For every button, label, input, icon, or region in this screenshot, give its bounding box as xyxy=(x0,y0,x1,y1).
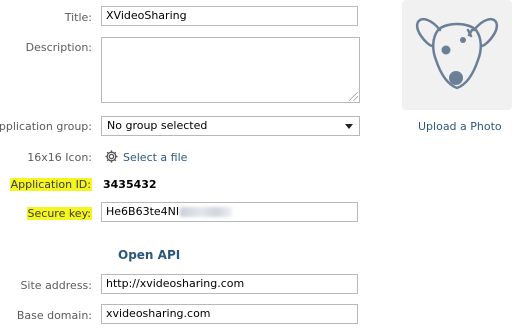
title-label: Title: xyxy=(64,11,92,24)
group-label: Application group: xyxy=(0,120,92,133)
secret-label-text: Secure key: xyxy=(26,207,92,220)
description-textarea[interactable] xyxy=(101,37,360,103)
secret-key-input[interactable]: He6B63te4NI xyxy=(101,202,358,222)
appid-label-text: Application ID: xyxy=(9,178,92,191)
title-input[interactable]: XVideoSharing xyxy=(101,6,358,26)
appid-label: Application ID: xyxy=(9,178,92,191)
secret-label: Secure key: xyxy=(26,207,92,220)
group-select-value: No group selected xyxy=(107,119,208,132)
domain-label: Base domain: xyxy=(16,309,92,322)
site-label: Site address: xyxy=(20,279,92,292)
base-domain-input[interactable]: xvideosharing.com xyxy=(101,304,358,324)
icon-label: 16x16 Icon: xyxy=(27,151,92,164)
upload-photo-link[interactable]: Upload a Photo xyxy=(418,120,502,133)
description-label: Description: xyxy=(25,41,92,54)
site-address-input[interactable]: http://xvideosharing.com xyxy=(101,274,358,294)
secret-key-value: He6B63te4NI xyxy=(106,205,180,218)
select-file-link[interactable]: Select a file xyxy=(123,151,187,164)
resize-grip-icon[interactable] xyxy=(349,92,358,101)
appid-value: 3435432 xyxy=(103,178,157,191)
chevron-down-icon xyxy=(345,124,353,129)
gear-icon[interactable] xyxy=(104,149,119,164)
group-select[interactable]: No group selected xyxy=(101,116,360,136)
open-api-heading: Open API xyxy=(118,248,181,262)
redaction-blur xyxy=(180,207,233,217)
photo-placeholder xyxy=(402,0,512,110)
dog-avatar-icon xyxy=(415,18,499,90)
